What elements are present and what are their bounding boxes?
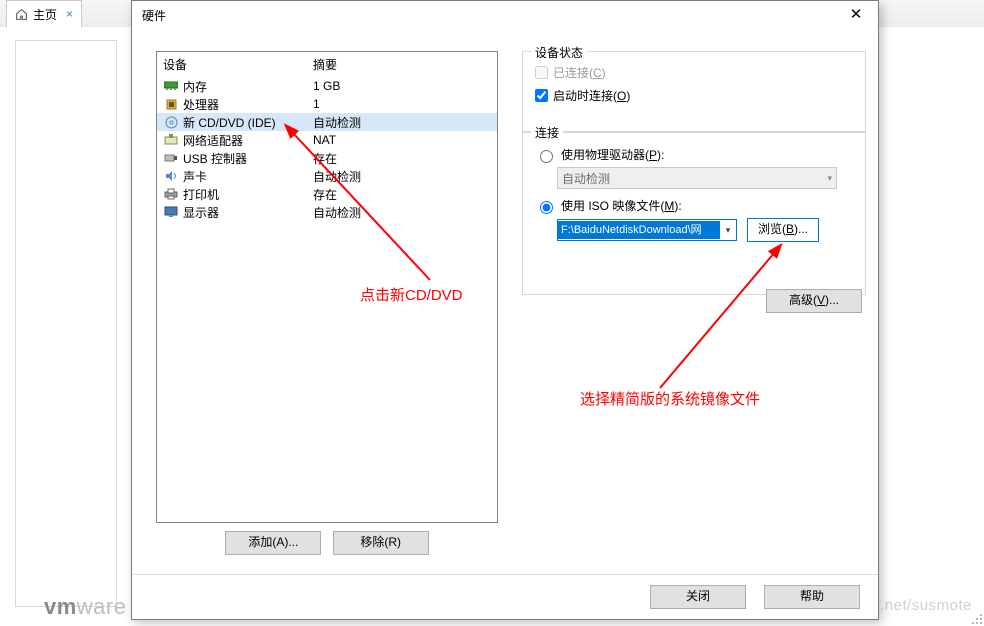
device-row-net[interactable]: 网络适配器NAT: [157, 131, 497, 149]
device-row-ram[interactable]: 内存1 GB: [157, 77, 497, 95]
device-name: 网络适配器: [183, 132, 313, 149]
devices-header: 设备 摘要: [157, 52, 497, 77]
device-name: 处理器: [183, 96, 313, 113]
device-summary: NAT: [313, 133, 336, 147]
device-summary: 存在: [313, 186, 337, 203]
checkbox-connect-on-start-label: 启动时连接(O): [553, 87, 630, 104]
hardware-dialog: 硬件 ✕ 设备 摘要 内存1 GB处理器1新 CD/DVD (IDE)自动检测网…: [131, 0, 879, 620]
cd-icon: [163, 115, 179, 129]
chevron-down-icon[interactable]: ▾: [720, 225, 736, 236]
group-connection: 连接 使用物理驱动器(P): 自动检测 ▾ 使用 ISO 映像文件(M): F:…: [522, 131, 866, 295]
resize-grip[interactable]: [968, 610, 982, 624]
device-name: 打印机: [183, 186, 313, 203]
vmware-logo: vmware: [44, 594, 126, 620]
dialog-title: 硬件: [132, 1, 878, 31]
device-summary: 1: [313, 97, 320, 111]
close-button[interactable]: 关闭: [650, 585, 746, 609]
mon-icon: [163, 205, 179, 219]
group-connection-legend: 连接: [531, 124, 563, 141]
home-icon: [15, 8, 28, 21]
add-button[interactable]: 添加(A)...: [225, 531, 321, 555]
device-summary: 自动检测: [313, 168, 361, 185]
device-summary: 自动检测: [313, 204, 361, 221]
iso-file-combo[interactable]: F:\BaiduNetdiskDownload\网 ▾: [557, 219, 737, 241]
devices-header-summary: 摘要: [313, 56, 337, 73]
device-name: USB 控制器: [183, 150, 313, 167]
tab-home[interactable]: 主页 ×: [6, 0, 82, 27]
radio-iso-file[interactable]: 使用 ISO 映像文件(M):: [535, 197, 853, 214]
device-row-snd[interactable]: 声卡自动检测: [157, 167, 497, 185]
ram-icon: [163, 79, 179, 93]
radio-iso-file-input[interactable]: [540, 201, 553, 214]
tab-close-icon[interactable]: ×: [66, 7, 73, 21]
devices-header-device: 设备: [163, 56, 313, 73]
checkbox-connected: 已连接(C): [535, 64, 853, 81]
checkbox-connected-label: 已连接(C): [553, 64, 606, 81]
radio-iso-file-label: 使用 ISO 映像文件(M):: [561, 197, 682, 214]
annotation-text-left: 点击新CD/DVD: [360, 284, 463, 305]
radio-physical-drive-label: 使用物理驱动器(P):: [561, 146, 664, 163]
usb-icon: [163, 151, 179, 165]
group-device-status: 设备状态 已连接(C) 启动时连接(O): [522, 51, 866, 133]
device-summary: 1 GB: [313, 79, 340, 93]
checkbox-connect-on-start-input[interactable]: [535, 89, 548, 102]
net-icon: [163, 133, 179, 147]
device-name: 声卡: [183, 168, 313, 185]
checkbox-connected-input: [535, 66, 548, 79]
group-device-status-legend: 设备状态: [531, 44, 587, 61]
snd-icon: [163, 169, 179, 183]
device-row-mon[interactable]: 显示器自动检测: [157, 203, 497, 221]
radio-physical-drive-input[interactable]: [540, 150, 553, 163]
background-panel: [15, 40, 117, 607]
device-name: 新 CD/DVD (IDE): [183, 114, 313, 131]
radio-physical-drive[interactable]: 使用物理驱动器(P):: [535, 146, 853, 163]
device-row-cpu[interactable]: 处理器1: [157, 95, 497, 113]
device-row-cd[interactable]: 新 CD/DVD (IDE)自动检测: [157, 113, 497, 131]
device-name: 内存: [183, 78, 313, 95]
iso-file-value: F:\BaiduNetdiskDownload\网: [558, 221, 720, 239]
advanced-button[interactable]: 高级(V)...: [766, 289, 862, 313]
device-name: 显示器: [183, 204, 313, 221]
physical-drive-combo: 自动检测 ▾: [557, 167, 837, 189]
annotation-text-right: 选择精简版的系统镜像文件: [580, 388, 760, 409]
help-button[interactable]: 帮助: [764, 585, 860, 609]
dialog-footer: 关闭 帮助: [132, 574, 878, 619]
dialog-close-button[interactable]: ✕: [834, 1, 878, 31]
prn-icon: [163, 187, 179, 201]
browse-button[interactable]: 浏览(B)...: [747, 218, 819, 242]
device-summary: 自动检测: [313, 114, 361, 131]
physical-drive-value: 自动检测: [562, 170, 610, 187]
cpu-icon: [163, 97, 179, 111]
device-summary: 存在: [313, 150, 337, 167]
checkbox-connect-on-start[interactable]: 启动时连接(O): [535, 87, 853, 104]
device-row-usb[interactable]: USB 控制器存在: [157, 149, 497, 167]
device-row-prn[interactable]: 打印机存在: [157, 185, 497, 203]
chevron-down-icon: ▾: [827, 173, 832, 184]
remove-button[interactable]: 移除(R): [333, 531, 429, 555]
tab-home-label: 主页: [33, 6, 57, 23]
